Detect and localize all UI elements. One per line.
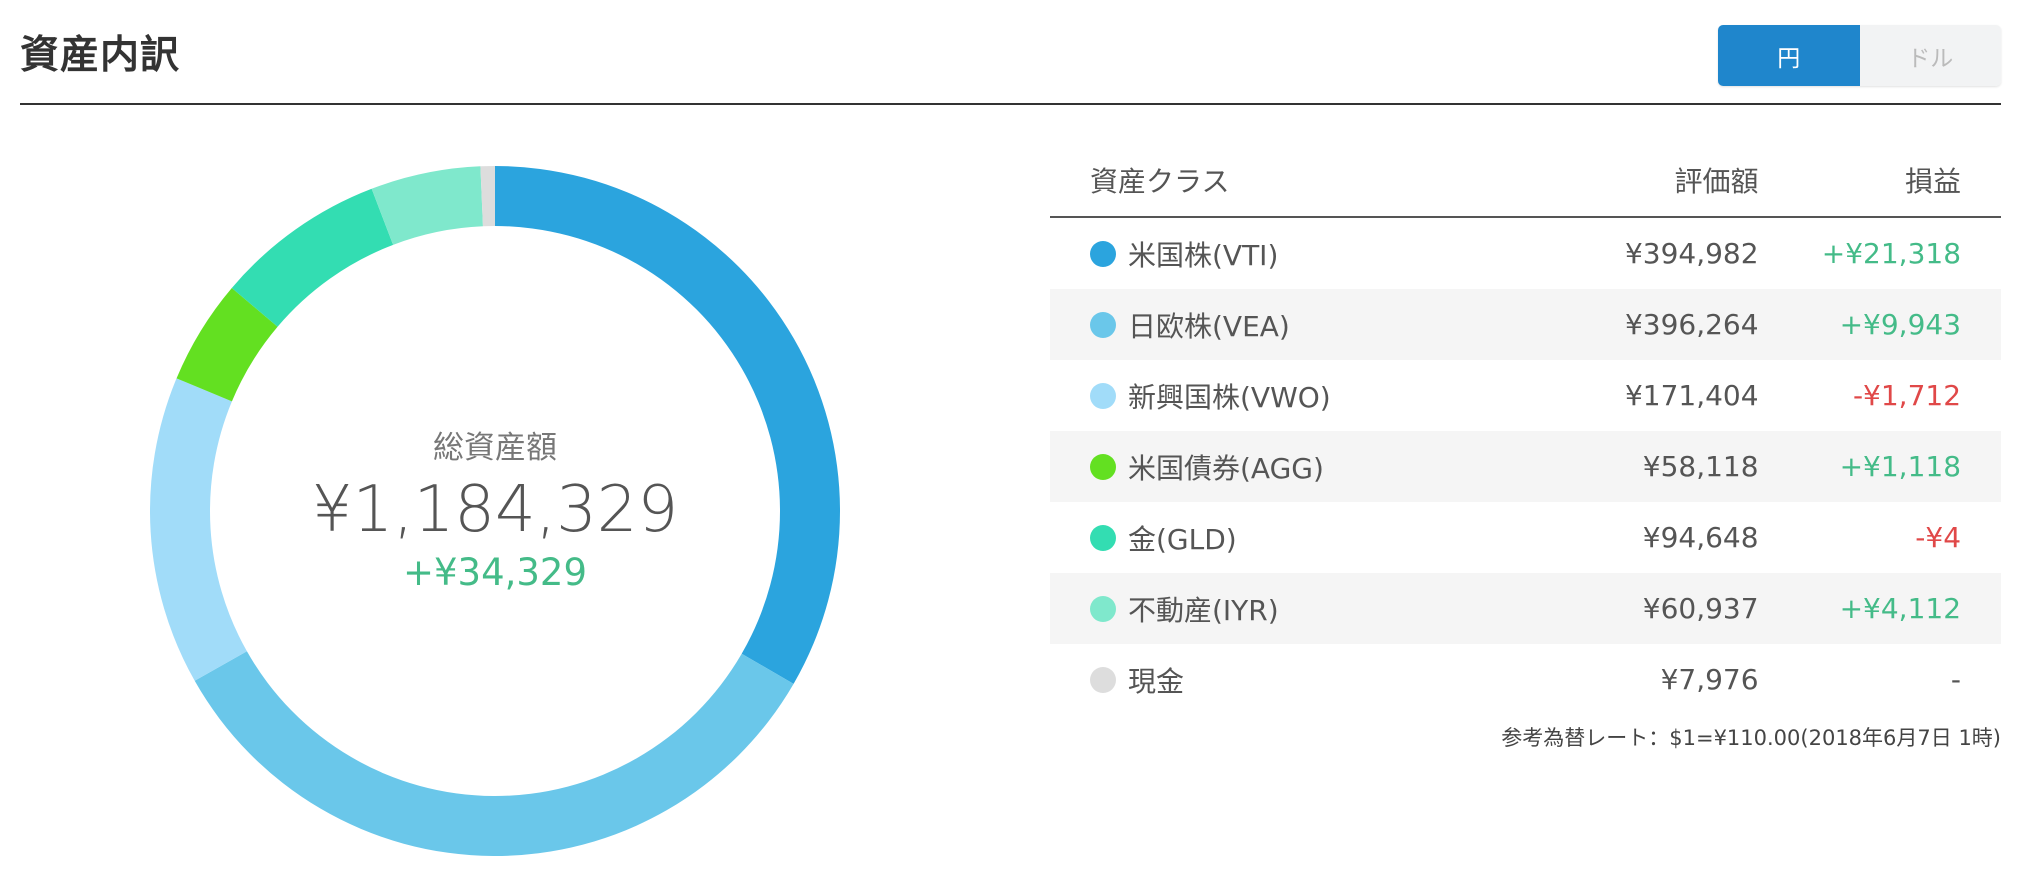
- donut-slice-2: [150, 378, 247, 681]
- asset-value: ¥7,976: [1660, 663, 1759, 696]
- asset-gain: +¥1,118: [1839, 450, 1962, 483]
- exchange-rate-note: 参考為替レート：$1=¥110.00(2018年6月7日 1時): [1501, 726, 2001, 750]
- donut-slice-4: [231, 188, 394, 327]
- asset-name: 日欧株(VEA): [1128, 309, 1290, 343]
- donut-slice-0: [495, 166, 840, 684]
- table-row: 日欧株(VEA) ¥396,264 +¥9,943: [1050, 289, 2001, 360]
- page-title: 資産内訳: [20, 33, 181, 78]
- asset-value: ¥394,982: [1624, 237, 1759, 270]
- legend-dot-icon: [1090, 666, 1116, 693]
- asset-name: 現金: [1128, 664, 1185, 698]
- table-row: 米国株(VTI) ¥394,982 +¥21,318: [1050, 218, 2001, 289]
- asset-gain: +¥4,112: [1839, 592, 1962, 625]
- header-divider: [20, 103, 2001, 105]
- asset-value: ¥94,648: [1642, 521, 1759, 554]
- legend-dot-icon: [1090, 524, 1116, 551]
- asset-value: ¥60,937: [1642, 592, 1759, 625]
- dollar-button[interactable]: ドル: [1859, 25, 2001, 86]
- asset-name: 金(GLD): [1128, 522, 1237, 556]
- table-row: 不動産(IYR) ¥60,937 +¥4,112: [1050, 573, 2001, 644]
- asset-value: ¥58,118: [1642, 450, 1759, 483]
- asset-gain: -¥1,712: [1852, 379, 1962, 412]
- header-gain: 損益: [1905, 165, 1962, 198]
- legend-dot-icon: [1090, 595, 1116, 622]
- asset-value: ¥171,404: [1624, 379, 1759, 412]
- table-row: 現金 ¥7,976 -: [1050, 644, 2001, 715]
- header-asset-class: 資産クラス: [1090, 165, 1230, 198]
- asset-gain: -: [1950, 663, 1962, 696]
- asset-name: 不動産(IYR): [1128, 593, 1279, 627]
- header-value: 評価額: [1674, 165, 1759, 198]
- asset-table: 資産クラス 評価額 損益 米国株(VTI) ¥394,982 +¥21,318 …: [1050, 144, 2001, 715]
- legend-dot-icon: [1090, 311, 1116, 338]
- legend-dot-icon: [1090, 240, 1116, 267]
- currency-toggle[interactable]: 円 ドル: [1718, 25, 2001, 86]
- table-row: 新興国株(VWO) ¥171,404 -¥1,712: [1050, 360, 2001, 431]
- legend-dot-icon: [1090, 382, 1116, 409]
- table-header: 資産クラス 評価額 損益: [1050, 144, 2001, 218]
- table-row: 米国債券(AGG) ¥58,118 +¥1,118: [1050, 431, 2001, 502]
- asset-gain: +¥21,318: [1821, 237, 1962, 270]
- table-row: 金(GLD) ¥94,648 -¥4: [1050, 502, 2001, 573]
- asset-name: 米国債券(AGG): [1128, 451, 1324, 485]
- asset-gain: +¥9,943: [1839, 308, 1962, 341]
- asset-donut-chart: [150, 166, 840, 856]
- donut-slice-1: [194, 651, 794, 856]
- asset-name: 米国株(VTI): [1128, 238, 1279, 272]
- yen-button[interactable]: 円: [1718, 25, 1860, 86]
- asset-value: ¥396,264: [1624, 308, 1759, 341]
- donut-slice-6: [480, 166, 495, 227]
- asset-gain: -¥4: [1915, 521, 1962, 554]
- legend-dot-icon: [1090, 453, 1116, 480]
- asset-name: 新興国株(VWO): [1128, 380, 1331, 414]
